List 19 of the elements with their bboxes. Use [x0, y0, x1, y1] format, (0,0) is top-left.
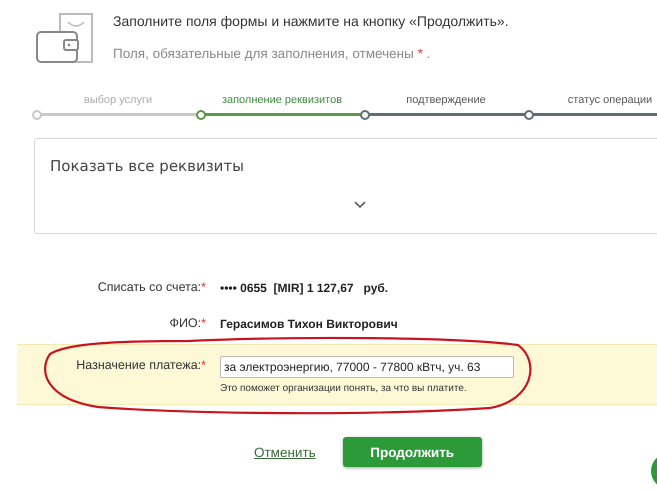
field-label: ФИО:* — [169, 315, 206, 330]
field-hint: Это поможет организации понять, за что вы платите. — [220, 383, 468, 394]
instruction-title: Заполните поля формы и нажмите на кнопку «Продолжить». — [113, 13, 509, 29]
required-note: Поля, обязательные для заполнения, отмечены * . — [113, 46, 432, 61]
details-panel[interactable]: Показать все реквизиты — [34, 138, 657, 234]
step-label: заполнение реквизитов — [220, 94, 344, 106]
step-label: подтверждение — [405, 94, 487, 106]
field-value: •••• 0655 [MIR] 1 127,67 руб. — [220, 280, 388, 295]
step-label: выбор услуги — [82, 94, 154, 106]
chevron-icon[interactable] — [354, 201, 366, 209]
panel-title: Показать все реквизиты — [50, 157, 246, 175]
wallet-icon — [36, 12, 95, 64]
field-label: Списать со счета:* — [98, 279, 206, 294]
field-label: Назначение платежа:* — [76, 357, 206, 372]
input-field[interactable]: за электроэнергию, 77000 - 77800 кВтч, уч. 63 — [220, 356, 514, 378]
cancel-link[interactable]: Отменить — [254, 444, 316, 460]
field-value: Герасимов Тихон Викторович — [220, 316, 398, 331]
continue-button[interactable]: Продолжить — [342, 437, 482, 467]
step-label: статус операции — [566, 94, 654, 106]
